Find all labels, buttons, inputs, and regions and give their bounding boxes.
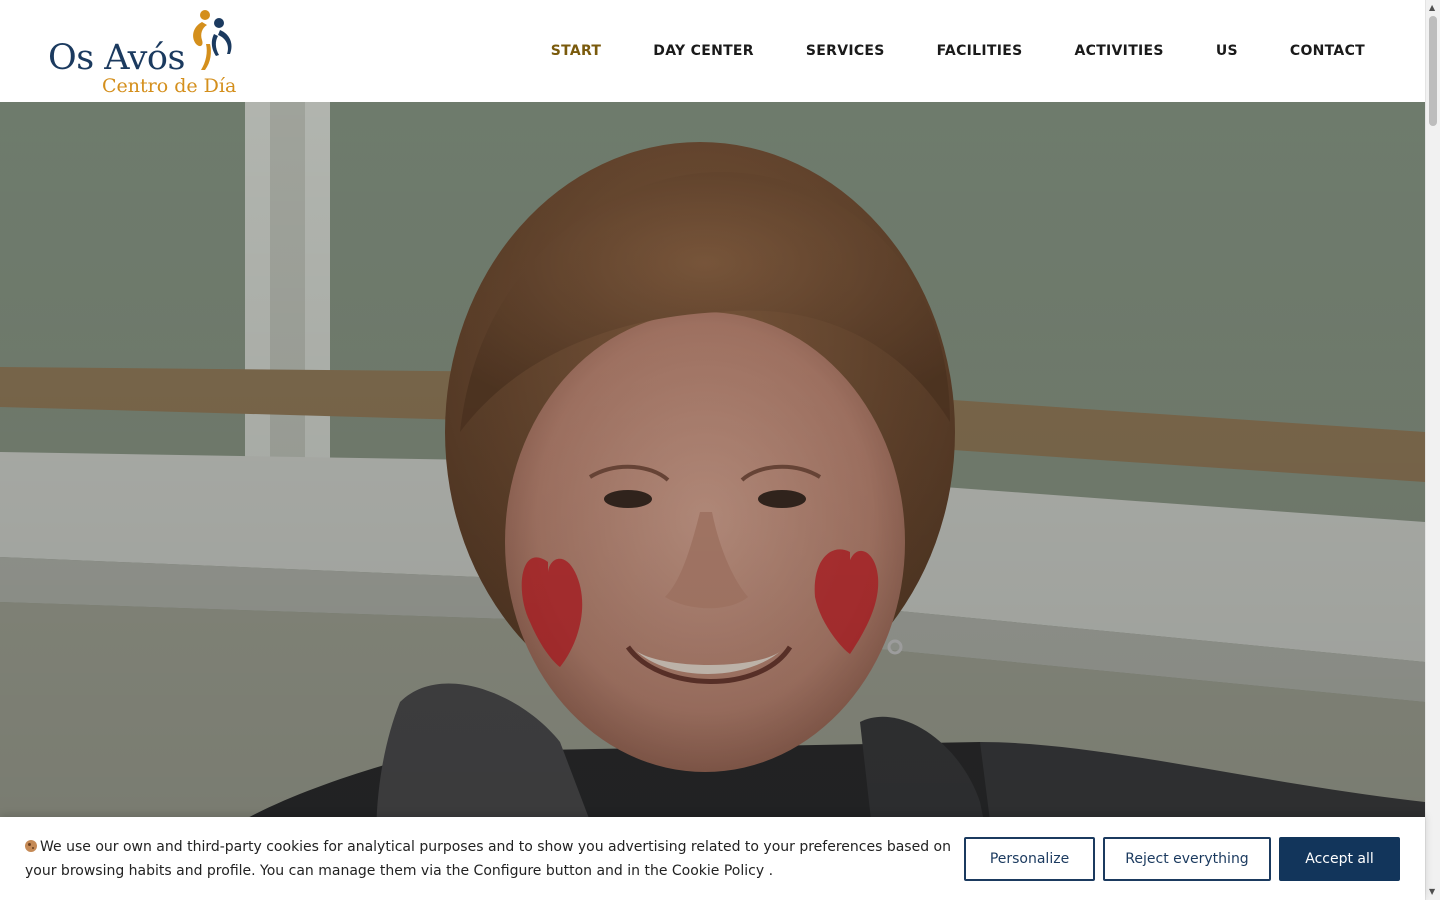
cookie-message: We use our own and third-party cookies f… — [25, 835, 955, 883]
site-header: Os Avós Centro de Día START DAY CENTER S… — [0, 0, 1425, 102]
nav-us[interactable]: US — [1216, 43, 1238, 59]
logo-subtitle: Centro de Día — [102, 75, 237, 97]
personalize-button[interactable]: Personalize — [964, 837, 1095, 881]
nav-start[interactable]: START — [551, 43, 602, 59]
hero-photo-illustration — [0, 102, 1425, 900]
nav-facilities[interactable]: FACILITIES — [937, 43, 1023, 59]
nav-day-center[interactable]: DAY CENTER — [653, 43, 754, 59]
scroll-thumb[interactable] — [1429, 16, 1437, 126]
cookie-message-text: We use our own and third-party cookies f… — [25, 839, 951, 879]
scroll-down-arrow-icon[interactable]: ▼ — [1429, 888, 1435, 896]
site-logo[interactable]: Os Avós Centro de Día — [48, 8, 248, 98]
nav-contact[interactable]: CONTACT — [1290, 43, 1365, 59]
nav-activities[interactable]: ACTIVITIES — [1074, 43, 1163, 59]
hero-image — [0, 102, 1425, 900]
nav-services[interactable]: SERVICES — [806, 43, 885, 59]
page-scrollbar[interactable]: ▲ ▼ — [1425, 0, 1440, 900]
accept-all-button[interactable]: Accept all — [1279, 837, 1400, 881]
scroll-up-arrow-icon[interactable]: ▲ — [1429, 4, 1435, 12]
main-navigation: START DAY CENTER SERVICES FACILITIES ACT… — [540, 0, 1365, 102]
cookie-banner: We use our own and third-party cookies f… — [0, 817, 1425, 900]
logo-figures-icon — [193, 10, 232, 70]
logo-title: Os Avós — [48, 38, 185, 78]
reject-all-button[interactable]: Reject everything — [1103, 837, 1271, 881]
cookie-icon — [25, 840, 37, 852]
